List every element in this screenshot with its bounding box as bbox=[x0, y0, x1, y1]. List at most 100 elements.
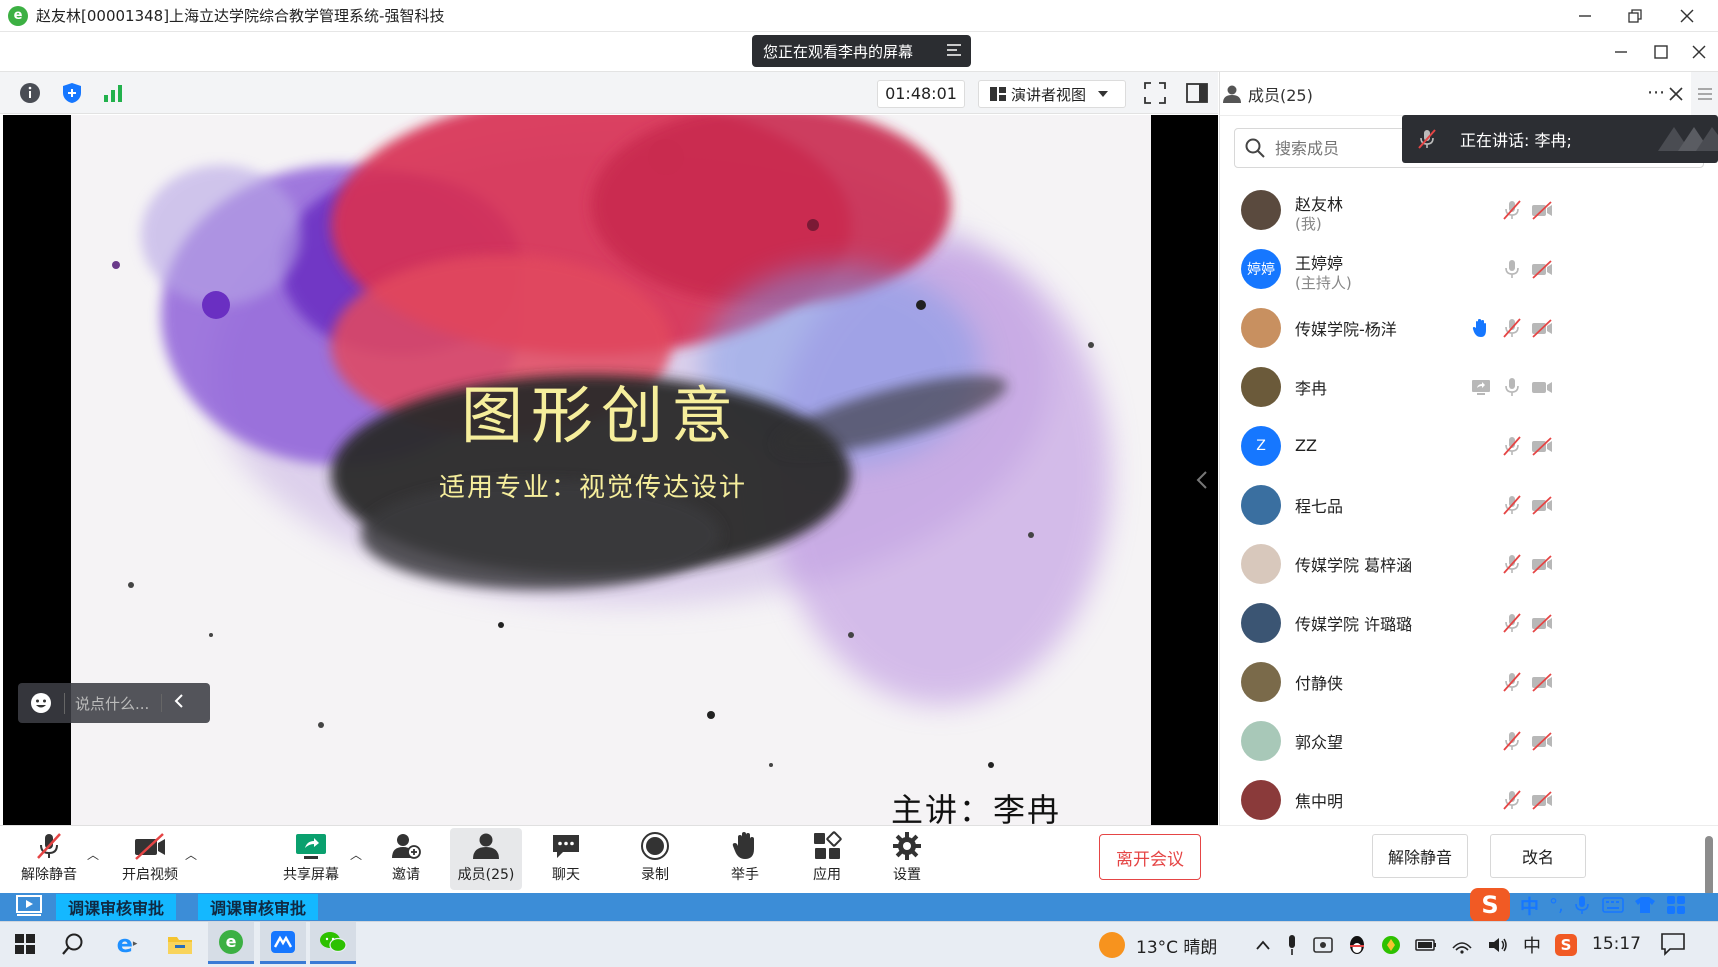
member-mic-status[interactable] bbox=[1502, 672, 1522, 692]
settings-button[interactable]: 设置 bbox=[881, 828, 933, 890]
member-mic-status[interactable] bbox=[1502, 377, 1522, 397]
fullscreen-button[interactable] bbox=[1144, 82, 1166, 104]
share-options-caret[interactable]: ︿ bbox=[350, 846, 362, 863]
ime-language-indicator[interactable]: 中 bbox=[1520, 892, 1539, 919]
member-camera-status[interactable] bbox=[1531, 672, 1552, 692]
member-camera-status[interactable] bbox=[1531, 377, 1552, 397]
microphone-icon[interactable] bbox=[1285, 934, 1299, 956]
taskbar-weather[interactable]: 13°C 晴朗 bbox=[1098, 931, 1217, 959]
settings-label: 设置 bbox=[893, 867, 921, 883]
outer-close-button[interactable] bbox=[1664, 0, 1710, 32]
info-button[interactable] bbox=[19, 82, 41, 104]
member-row[interactable]: 婷婷 王婷婷 (主持人) bbox=[1219, 239, 1718, 298]
screen-capture-icon[interactable] bbox=[1313, 935, 1333, 955]
member-row[interactable]: 传媒学院 葛梓涵 bbox=[1219, 534, 1718, 593]
leave-meeting-button[interactable]: 离开会议 bbox=[1099, 834, 1201, 880]
share-screen-button[interactable]: 共享屏幕 bbox=[276, 828, 346, 890]
member-list-scrollbar[interactable] bbox=[1705, 836, 1713, 896]
outer-minimize-button[interactable] bbox=[1562, 0, 1608, 32]
signal-button[interactable] bbox=[102, 82, 124, 104]
taskbar-ie-button[interactable]: e ▸ bbox=[112, 929, 142, 959]
watching-banner[interactable]: 您正在观看李冉的屏幕 bbox=[752, 35, 971, 67]
tray-language-indicator[interactable]: 中 bbox=[1523, 932, 1541, 958]
member-mic-status[interactable] bbox=[1502, 790, 1522, 810]
member-camera-status[interactable] bbox=[1531, 200, 1552, 220]
member-mic-status[interactable] bbox=[1502, 495, 1522, 515]
audio-options-caret[interactable]: ︿ bbox=[87, 846, 99, 863]
members-more-button[interactable]: ⋯ bbox=[1647, 82, 1665, 103]
tray-expand-chevron-icon[interactable] bbox=[1255, 939, 1271, 951]
member-camera-status[interactable] bbox=[1531, 259, 1552, 279]
taskbar-search-button[interactable] bbox=[58, 929, 88, 959]
member-row[interactable]: Z ZZ bbox=[1219, 416, 1718, 475]
meeting-close-button[interactable] bbox=[1676, 36, 1718, 68]
member-camera-status[interactable] bbox=[1531, 554, 1552, 574]
taskbar-clock[interactable]: 15:17 bbox=[1592, 934, 1641, 954]
member-camera-status[interactable] bbox=[1531, 613, 1552, 633]
quick-chat-collapse-button[interactable] bbox=[161, 694, 184, 712]
member-row[interactable]: 焦中明 bbox=[1219, 770, 1718, 825]
member-row[interactable]: 付静侠 bbox=[1219, 652, 1718, 711]
speaker-volume-icon[interactable] bbox=[1487, 936, 1509, 954]
unmute-button[interactable]: 解除静音 bbox=[14, 828, 84, 890]
media-app-button[interactable] bbox=[14, 893, 44, 919]
side-panel-toggle-button[interactable] bbox=[1186, 82, 1208, 104]
member-mic-status[interactable] bbox=[1502, 200, 1522, 220]
member-mic-status[interactable] bbox=[1502, 554, 1522, 574]
ime-punctuation-icon[interactable]: °, bbox=[1549, 895, 1564, 916]
voice-input-icon[interactable] bbox=[1574, 895, 1590, 915]
outer-restore-button[interactable] bbox=[1612, 0, 1658, 32]
member-row[interactable]: 郭众望 bbox=[1219, 711, 1718, 770]
notification-center-button[interactable] bbox=[1660, 932, 1690, 958]
apps-button[interactable]: 应用 bbox=[801, 828, 853, 890]
member-camera-status[interactable] bbox=[1531, 318, 1552, 338]
member-camera-status[interactable] bbox=[1531, 495, 1552, 515]
members-button[interactable]: 成员(25) bbox=[450, 828, 522, 890]
strip-button-2[interactable]: 调课审核审批 bbox=[198, 894, 319, 920]
quick-chat-input[interactable]: 说点什么... bbox=[18, 683, 210, 723]
taskbar-meeting-app-button[interactable] bbox=[260, 922, 306, 964]
member-row[interactable]: 李冉 bbox=[1219, 357, 1718, 416]
start-button[interactable] bbox=[10, 929, 40, 959]
mute-all-unmute-button[interactable]: 解除静音 bbox=[1372, 834, 1468, 878]
wifi-icon[interactable] bbox=[1451, 936, 1473, 954]
member-mic-status[interactable] bbox=[1502, 731, 1522, 751]
keyboard-icon[interactable] bbox=[1601, 897, 1624, 913]
member-camera-status[interactable] bbox=[1531, 790, 1552, 810]
member-row[interactable]: 传媒学院-杨洋 bbox=[1219, 298, 1718, 357]
member-camera-status[interactable] bbox=[1531, 436, 1552, 456]
skin-shirt-icon[interactable] bbox=[1634, 896, 1656, 914]
toolbox-grid-icon[interactable] bbox=[1666, 895, 1686, 915]
taskbar-browser-app-button[interactable]: e bbox=[208, 922, 254, 964]
record-button[interactable]: 录制 bbox=[629, 828, 681, 890]
close-icon[interactable] bbox=[1669, 87, 1683, 101]
member-row[interactable]: 赵友林 (我) bbox=[1219, 180, 1718, 239]
taskbar-explorer-button[interactable] bbox=[165, 929, 195, 959]
member-mic-status[interactable] bbox=[1502, 318, 1522, 338]
member-row[interactable]: 传媒学院 许璐璐 bbox=[1219, 593, 1718, 652]
member-mic-status[interactable] bbox=[1502, 259, 1522, 279]
member-row[interactable]: 程七品 bbox=[1219, 475, 1718, 534]
start-video-button[interactable]: 开启视频 bbox=[110, 828, 190, 890]
battery-icon[interactable] bbox=[1415, 937, 1437, 953]
sogou-tray-icon[interactable]: S bbox=[1555, 934, 1577, 956]
member-screen-status[interactable] bbox=[1471, 377, 1491, 397]
rename-button[interactable]: 改名 bbox=[1490, 834, 1586, 878]
security-button[interactable] bbox=[61, 82, 83, 104]
member-mic-status[interactable] bbox=[1502, 436, 1522, 456]
raise-hand-button[interactable]: 举手 bbox=[719, 828, 771, 890]
video-options-caret[interactable]: ︿ bbox=[185, 846, 197, 863]
panel-menu-button[interactable] bbox=[1691, 72, 1718, 116]
taskbar-wechat-button[interactable] bbox=[310, 922, 356, 964]
qq-penguin-icon[interactable] bbox=[1347, 934, 1367, 956]
security-guard-icon[interactable] bbox=[1381, 935, 1401, 955]
strip-button-1[interactable]: 调课审核审批 bbox=[56, 894, 177, 920]
view-mode-dropdown[interactable]: 演讲者视图 bbox=[978, 80, 1126, 108]
chat-button[interactable]: 聊天 bbox=[540, 828, 592, 890]
invite-button[interactable]: 邀请 bbox=[380, 828, 432, 890]
member-camera-status[interactable] bbox=[1531, 731, 1552, 751]
member-hand-status[interactable] bbox=[1471, 318, 1491, 338]
member-search-input[interactable] bbox=[1275, 138, 1415, 158]
panel-collapse-button[interactable] bbox=[1196, 470, 1212, 494]
member-mic-status[interactable] bbox=[1502, 613, 1522, 633]
